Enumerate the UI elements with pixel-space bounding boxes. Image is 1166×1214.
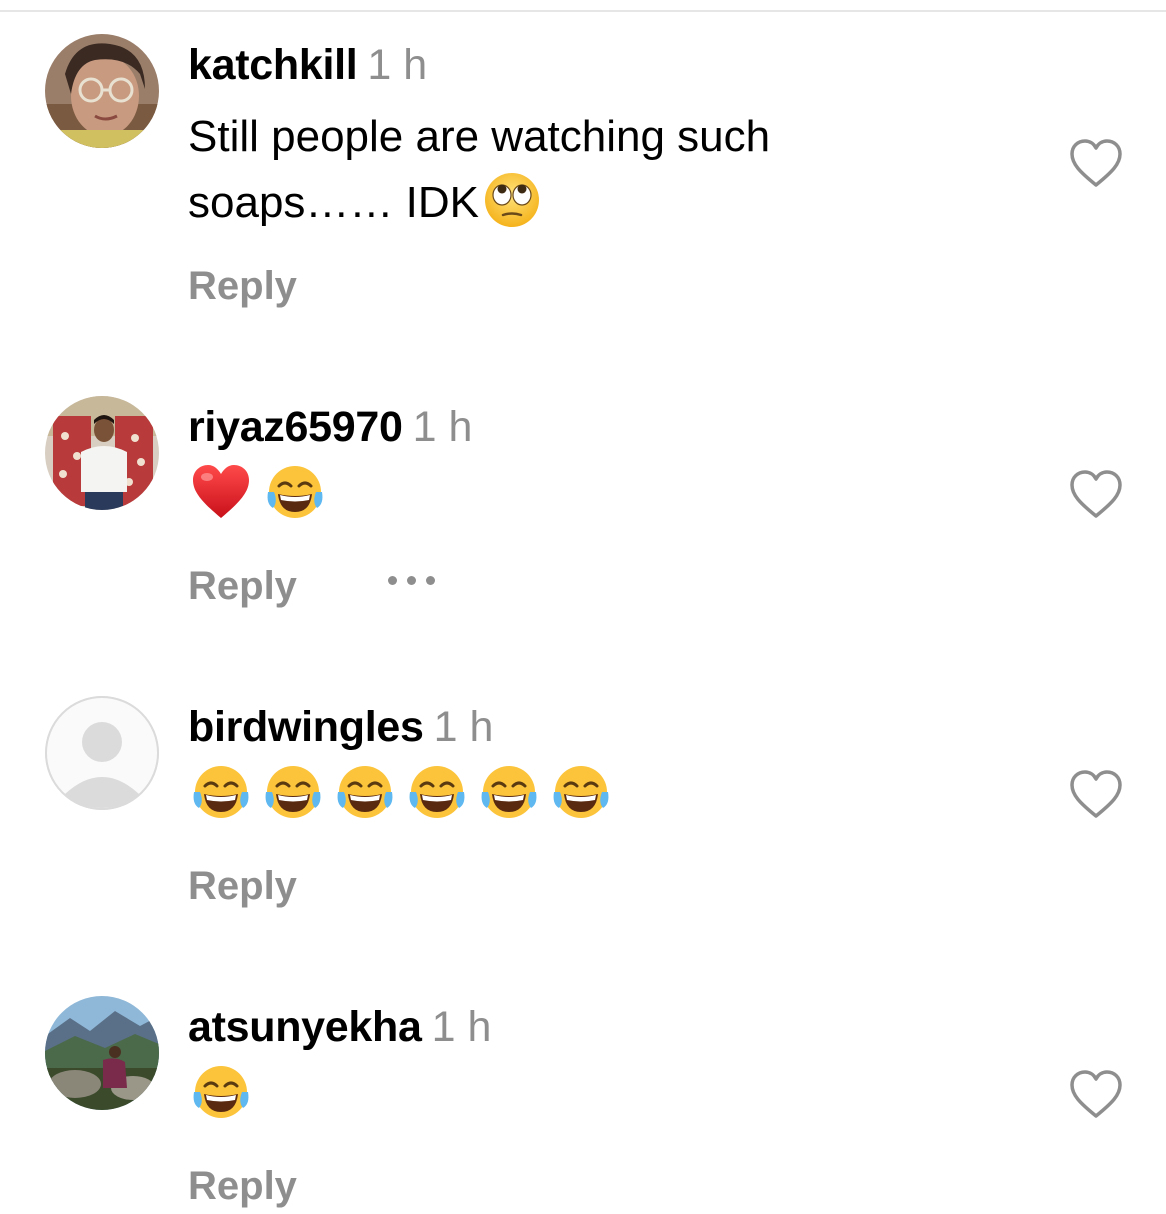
reply-button[interactable]: Reply [188,566,297,606]
heart-outline-icon[interactable] [1068,1069,1124,1121]
reply-button[interactable]: Reply [188,266,297,306]
tears-of-joy-emoji-icon [267,466,323,518]
comment-header: katchkill 1 h [188,40,427,100]
reply-button[interactable]: Reply [188,1166,297,1206]
rolling-eyes-emoji-icon [484,173,539,227]
heart-outline-icon[interactable] [1068,138,1124,190]
heart-outline-icon[interactable] [1068,769,1124,821]
tears-of-joy-emoji-icon [337,766,393,818]
emoji-row [190,762,612,822]
red-heart-emoji-icon [193,465,249,518]
timestamp: 1 h [431,1003,492,1051]
avatar[interactable] [45,396,159,510]
tears-of-joy-emoji-icon [193,766,249,818]
tears-of-joy-emoji-icon [481,766,537,818]
avatar[interactable] [45,996,159,1110]
emoji-row [190,1062,252,1122]
default-avatar[interactable] [45,696,159,810]
comment-header: riyaz65970 1 h [188,402,472,462]
heart-outline-icon[interactable] [1068,469,1124,521]
tears-of-joy-emoji-icon [553,766,609,818]
more-options-icon[interactable] [388,576,435,585]
comment-text: Still people are watching such soaps…… I… [188,104,948,236]
timestamp: 1 h [367,41,428,89]
username[interactable]: birdwingles [188,703,424,751]
avatar[interactable] [45,34,159,148]
timestamp: 1 h [433,703,494,751]
comment-text-content: Still people are watching such soaps…… I… [188,112,771,227]
reply-button[interactable]: Reply [188,866,297,906]
tears-of-joy-emoji-icon [409,766,465,818]
tears-of-joy-emoji-icon [265,766,321,818]
username[interactable]: katchkill [188,41,358,89]
tears-of-joy-emoji-icon [193,1066,249,1118]
top-divider [0,10,1166,12]
comment-header: birdwingles 1 h [188,702,493,762]
timestamp: 1 h [412,403,473,451]
username[interactable]: atsunyekha [188,1003,422,1051]
username[interactable]: riyaz65970 [188,403,403,451]
comment-header: atsunyekha 1 h [188,1002,491,1062]
emoji-row [190,462,326,522]
